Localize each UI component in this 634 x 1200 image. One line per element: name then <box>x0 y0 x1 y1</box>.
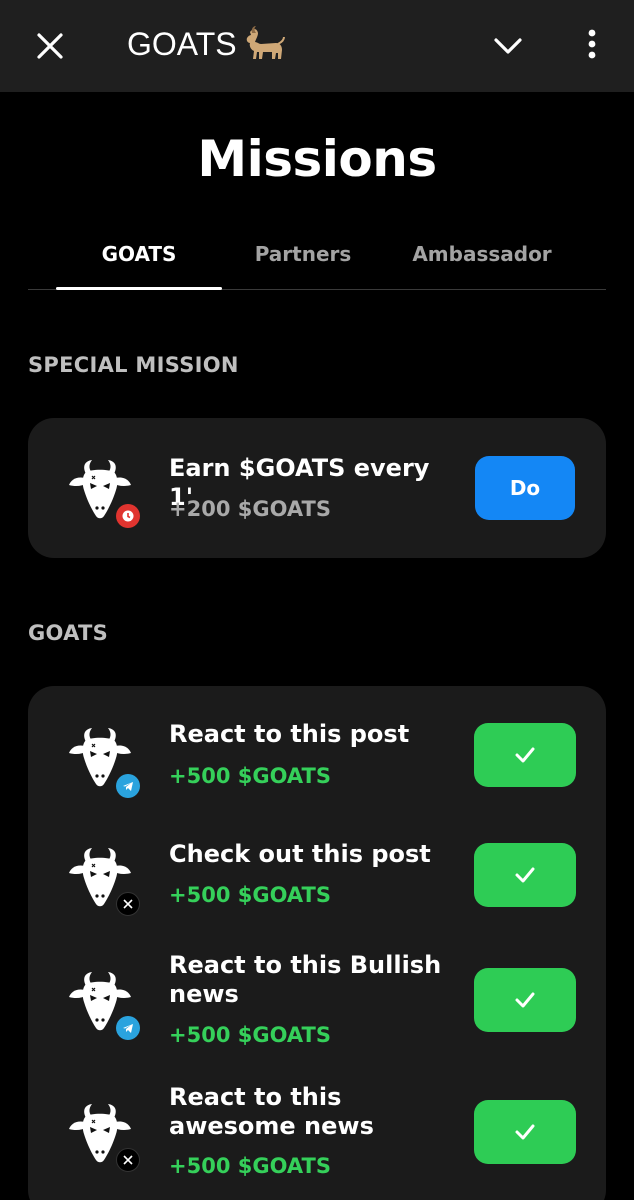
active-tab-indicator <box>56 287 222 290</box>
telegram-icon <box>116 1016 140 1040</box>
mission-title: Check out this post <box>169 840 431 868</box>
clock-badge-icon <box>116 504 140 528</box>
checkmark-icon <box>515 1124 535 1140</box>
do-mission-button[interactable]: Do <box>475 456 575 520</box>
telegram-icon <box>116 774 140 798</box>
checkmark-icon <box>515 867 535 883</box>
mission-reward: +500 $GOATS <box>169 764 331 788</box>
completed-mission-button[interactable] <box>474 843 576 907</box>
mission-title: React to this post <box>169 720 410 748</box>
checkmark-icon <box>515 747 535 763</box>
x-icon <box>116 1148 140 1172</box>
x-icon <box>116 892 140 916</box>
list-item: Check out this post +500 $GOATS <box>28 806 606 924</box>
list-item: React to this post +500 $GOATS <box>28 686 606 804</box>
list-item: React to this Bullish news +500 $GOATS <box>28 926 606 1056</box>
list-item: Earn $GOATS every 1' +200 $GOATS Do <box>28 418 606 558</box>
chevron-down-icon[interactable] <box>488 26 528 66</box>
app-title: GOATS <box>127 26 237 62</box>
completed-mission-button[interactable] <box>474 723 576 787</box>
close-icon[interactable] <box>30 26 70 66</box>
completed-mission-button[interactable] <box>474 1100 576 1164</box>
mission-reward: +500 $GOATS <box>169 1023 331 1047</box>
mission-reward: +200 $GOATS <box>169 497 331 521</box>
mission-reward: +500 $GOATS <box>169 1154 331 1178</box>
section-label-goats: GOATS <box>28 621 109 645</box>
tab-partners[interactable]: Partners <box>228 240 378 268</box>
mission-reward: +500 $GOATS <box>169 883 331 907</box>
section-label-special: SPECIAL MISSION <box>28 353 239 377</box>
tab-bar: GOATS Partners Ambassador <box>28 226 606 290</box>
top-bar: GOATS <box>0 0 634 92</box>
tab-ambassador[interactable]: Ambassador <box>394 240 570 268</box>
completed-mission-button[interactable] <box>474 968 576 1032</box>
list-item: React to this awesome news +500 $GOATS <box>28 1058 606 1198</box>
mission-title: React to this Bullish news <box>169 951 442 1008</box>
checkmark-icon <box>515 992 535 1008</box>
page-title: Missions <box>197 130 437 188</box>
mission-title: React to this awesome news <box>169 1083 374 1140</box>
special-mission-card: Earn $GOATS every 1' +200 $GOATS Do <box>28 418 606 558</box>
goats-missions-card: React to this post +500 $GOATS Check out… <box>28 686 606 1200</box>
more-vertical-icon[interactable] <box>572 24 612 64</box>
tab-goats[interactable]: GOATS <box>56 240 222 268</box>
goat-emoji-icon <box>246 26 285 59</box>
